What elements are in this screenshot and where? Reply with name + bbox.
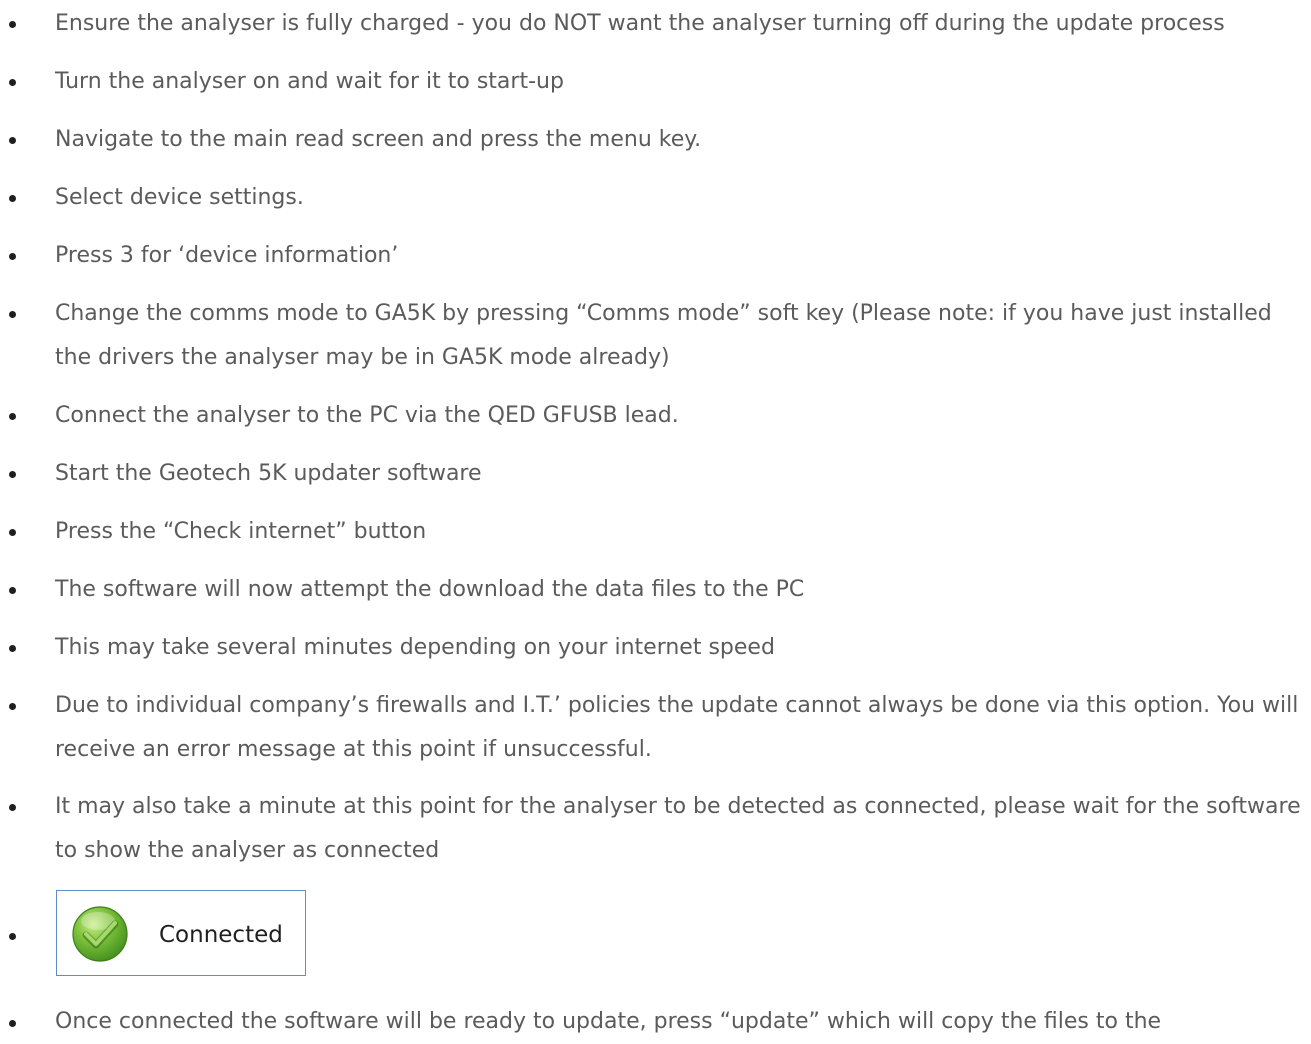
bullet-icon [9, 413, 16, 420]
bullet-icon [9, 471, 16, 478]
step-text: Select device settings. [55, 185, 304, 210]
step-text: Once connected the software will be read… [55, 1009, 1162, 1034]
bullet-icon [9, 195, 16, 202]
bullet-icon [9, 21, 16, 28]
green-check-icon [72, 906, 128, 962]
step-text: Press the “Check internet” button [55, 519, 427, 544]
connection-status-label: Connected [159, 922, 283, 948]
bullet-icon [9, 79, 16, 86]
bullet-icon [9, 804, 16, 811]
bullet-icon [9, 933, 16, 940]
bullet-icon [9, 587, 16, 594]
step-text: Change the comms mode to GA5K by pressin… [55, 301, 1279, 370]
step-text: The software will now attempt the downlo… [55, 577, 805, 602]
bullet-icon [9, 645, 16, 652]
step-text: Turn the analyser on and wait for it to … [55, 69, 564, 94]
step-text: Ensure the analyser is fully charged - y… [55, 11, 1225, 36]
step-text: Start the Geotech 5K updater software [55, 461, 482, 486]
step-text: This may take several minutes depending … [55, 635, 775, 660]
step-text: Press 3 for ‘device information’ [55, 243, 399, 268]
bullet-icon [9, 137, 16, 144]
bullet-icon [9, 311, 16, 318]
bullet-icon [9, 253, 16, 260]
bullet-icon [9, 1020, 16, 1027]
bullet-icon [9, 529, 16, 536]
step-text: Navigate to the main read screen and pre… [55, 127, 702, 152]
step-text: Due to individual company’s firewalls an… [55, 693, 1306, 762]
step-text: It may also take a minute at this point … [55, 794, 1308, 863]
bullet-icon [9, 703, 16, 710]
connection-status-box: Connected [56, 890, 306, 976]
step-text: Connect the analyser to the PC via the Q… [55, 403, 679, 428]
